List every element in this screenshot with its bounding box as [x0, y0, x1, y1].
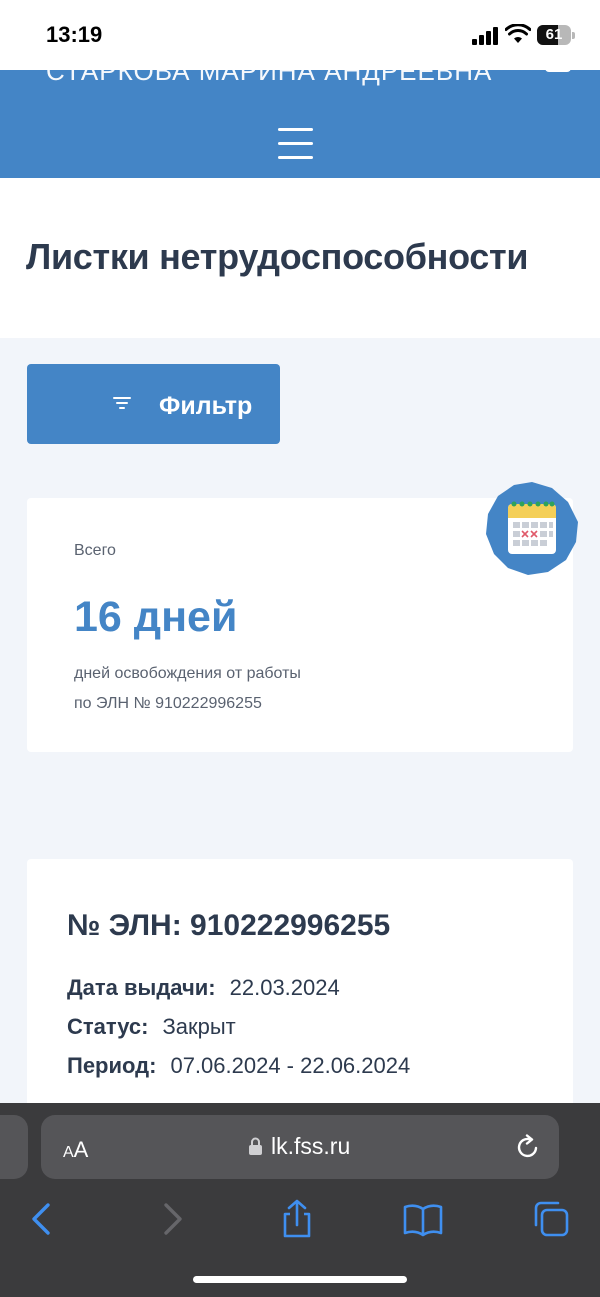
eln-status-row: Статус: Закрыт	[67, 1014, 236, 1040]
url-text[interactable]: lk.fss.ru	[271, 1133, 350, 1160]
eln-period-row: Период: 07.06.2024 - 22.06.2024	[67, 1053, 410, 1079]
home-indicator	[193, 1276, 407, 1283]
eln-issue-date-label: Дата выдачи:	[67, 975, 216, 1000]
tabs-icon[interactable]	[531, 1199, 571, 1239]
forward-icon[interactable]	[152, 1199, 192, 1239]
eln-number: № ЭЛН: 910222996255	[67, 909, 391, 942]
battery-level: 61	[545, 26, 563, 43]
title-area: Листки нетрудоспособности	[0, 178, 600, 338]
status-time: 13:19	[46, 22, 103, 47]
filter-button[interactable]: Фильтр	[27, 364, 280, 444]
address-bar[interactable]: AA lk.fss.ru	[41, 1115, 559, 1179]
filter-icon	[113, 397, 131, 411]
summary-days-value: 16 дней	[74, 593, 238, 641]
cellular-signal-icon	[472, 27, 498, 45]
site-header: СТАРКОВА МАРИНА АНДРЕЕВНА	[0, 70, 600, 178]
previous-tab-preview[interactable]	[0, 1115, 28, 1179]
summary-description-eln: по ЭЛН № 910222996255	[74, 695, 262, 712]
text-size-button[interactable]: AA	[63, 1137, 88, 1163]
exit-icon[interactable]	[545, 70, 571, 72]
browser-toolbar: AA lk.fss.ru	[0, 1103, 600, 1297]
filter-button-label: Фильтр	[159, 392, 253, 420]
lock-icon	[249, 1137, 262, 1155]
eln-issue-date-value: 22.03.2024	[229, 975, 340, 1000]
eln-period-label: Период:	[67, 1053, 157, 1078]
eln-status-value: Закрыт	[162, 1014, 236, 1039]
eln-period-value: 07.06.2024 - 22.06.2024	[170, 1053, 411, 1078]
summary-label: Всего	[74, 542, 116, 559]
eln-issue-date-row: Дата выдачи: 22.03.2024	[67, 975, 340, 1001]
summary-description: дней освобождения от работы	[74, 665, 301, 682]
page-title: Листки нетрудоспособности	[26, 236, 529, 277]
status-bar: 13:19 61	[0, 0, 600, 70]
calendar-icon	[486, 482, 578, 575]
hamburger-menu-icon[interactable]	[278, 128, 313, 160]
wifi-icon	[505, 24, 531, 43]
battery-icon: 61	[537, 25, 575, 45]
back-icon[interactable]	[22, 1199, 62, 1239]
share-icon[interactable]	[277, 1199, 317, 1239]
eln-status-label: Статус:	[67, 1014, 149, 1039]
bookmarks-icon[interactable]	[403, 1199, 443, 1239]
user-name[interactable]: СТАРКОВА МАРИНА АНДРЕЕВНА	[46, 70, 492, 87]
reload-icon[interactable]	[515, 1134, 541, 1160]
